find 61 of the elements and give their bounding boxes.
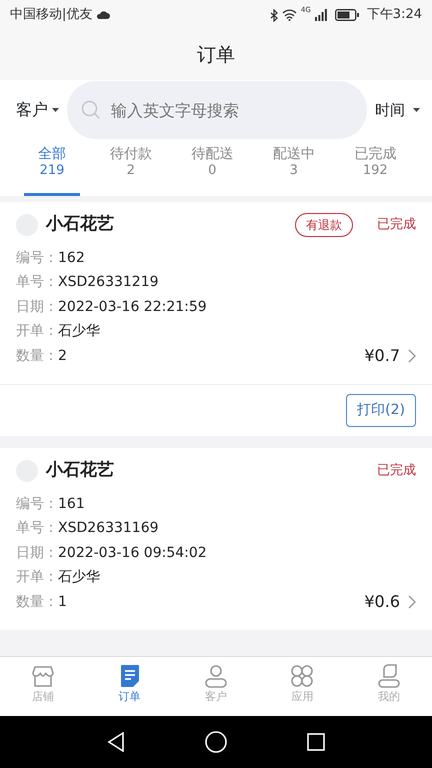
field-value: 162 — [58, 248, 85, 268]
search-field[interactable]: 输入英文字母搜索 — [67, 81, 367, 139]
caret-icon — [52, 108, 59, 112]
chevron-right-icon — [408, 348, 416, 363]
bluetooth-icon — [270, 8, 278, 22]
chevron-right-icon — [408, 594, 416, 609]
nav-tab[interactable]: 客户 — [172, 657, 260, 716]
field-label: 数量： — [16, 346, 58, 366]
back-icon — [107, 732, 125, 752]
nav-tab[interactable]: 我的 — [346, 657, 432, 716]
shop-name: 小石花艺 — [46, 213, 114, 236]
field-label: 单号： — [16, 273, 58, 292]
status-tab[interactable]: 待付款 2 — [90, 140, 172, 196]
status-tab[interactable]: 待配送 0 — [172, 140, 253, 196]
field-label: 日期： — [16, 544, 58, 562]
field-label: 编号： — [16, 494, 58, 514]
field-label: 开单： — [16, 568, 58, 587]
order-status: 已完成 — [377, 216, 416, 234]
field-value: XSD26331219 — [58, 273, 159, 292]
recent-apps-icon — [307, 733, 325, 751]
search-icon — [81, 100, 101, 120]
field-value: 石少华 — [58, 322, 100, 341]
shop-name: 小石花艺 — [46, 459, 114, 482]
cloud-icon — [96, 10, 110, 20]
nav-tab[interactable]: 店铺 — [0, 657, 86, 716]
order-amount: ¥0.6 — [364, 590, 400, 612]
field-label: 日期： — [16, 298, 58, 316]
order-status: 已完成 — [377, 462, 416, 480]
status-tab[interactable]: 配送中 3 — [253, 140, 334, 196]
grid-icon — [289, 663, 316, 689]
refund-tag: 有退款 — [295, 212, 353, 237]
battery-icon — [334, 9, 359, 21]
caret-icon — [413, 108, 420, 112]
carrier-text: 中国移动|优友 — [10, 6, 92, 24]
field-value: 石少华 — [58, 568, 100, 587]
field-label: 编号： — [16, 248, 58, 268]
nav-tab[interactable]: 订单 — [86, 657, 173, 716]
field-value: XSD26331169 — [58, 519, 159, 538]
field-value: 2 — [58, 346, 67, 366]
status-tab[interactable]: 已完成 192 — [334, 140, 416, 196]
field-value: 1 — [58, 592, 67, 612]
status-tab[interactable]: 全部 219 — [24, 140, 80, 196]
print-button[interactable]: 打印(2) — [346, 394, 416, 427]
field-value: 2022-03-16 22:21:59 — [58, 298, 207, 316]
home-icon — [205, 731, 227, 753]
person-icon — [376, 663, 402, 689]
field-label: 开单： — [16, 322, 58, 341]
nav-tab[interactable]: 应用 — [259, 657, 346, 716]
wifi-icon — [282, 9, 297, 21]
customer-filter[interactable]: 客户 — [16, 98, 59, 122]
field-label: 单号： — [16, 519, 58, 538]
page-title: 订单 — [197, 42, 235, 68]
field-value: 161 — [58, 494, 85, 514]
order-amount: ¥0.7 — [364, 344, 400, 366]
time-text: 下午3:24 — [366, 6, 422, 24]
store-icon — [30, 663, 56, 689]
time-filter[interactable]: 时间 — [375, 98, 420, 122]
person-icon — [203, 663, 230, 689]
field-label: 数量： — [16, 592, 58, 612]
signal-icon — [314, 9, 327, 21]
field-value: 2022-03-16 09:54:02 — [58, 544, 207, 562]
